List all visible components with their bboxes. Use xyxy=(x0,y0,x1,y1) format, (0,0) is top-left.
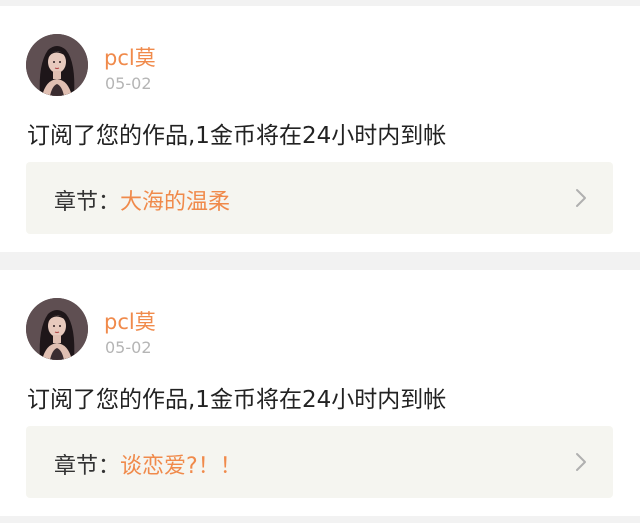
avatar[interactable] xyxy=(26,298,88,360)
username[interactable]: pcl莫 xyxy=(104,42,156,72)
chapter-prefix: 章节： xyxy=(54,190,121,215)
chevron-right-icon xyxy=(576,453,586,471)
chapter-label: 章节：谈恋爱?！！ xyxy=(54,448,242,480)
chevron-right-icon xyxy=(576,189,586,207)
notification-card[interactable]: pcl莫 05-02 订阅了您的作品,1金币将在24小时内到帐 章节：谈恋爱?！… xyxy=(0,270,640,516)
chapter-link[interactable]: 章节：谈恋爱?！！ xyxy=(26,426,613,498)
timestamp: 05-02 xyxy=(105,338,152,357)
notification-card[interactable]: pcl莫 05-02 订阅了您的作品,1金币将在24小时内到帐 章节：大海的温柔 xyxy=(0,6,640,252)
timestamp: 05-02 xyxy=(105,74,152,93)
chapter-title: 大海的温柔 xyxy=(120,190,231,215)
chapter-link[interactable]: 章节：大海的温柔 xyxy=(26,162,613,234)
username[interactable]: pcl莫 xyxy=(104,306,156,336)
chapter-label: 章节：大海的温柔 xyxy=(54,184,230,216)
chapter-prefix: 章节： xyxy=(54,454,121,479)
card-separator xyxy=(0,252,640,270)
avatar[interactable] xyxy=(26,34,88,96)
chapter-title: 谈恋爱?！！ xyxy=(120,454,242,479)
notification-message: 订阅了您的作品,1金币将在24小时内到帐 xyxy=(27,123,447,149)
notification-message: 订阅了您的作品,1金币将在24小时内到帐 xyxy=(27,387,447,413)
